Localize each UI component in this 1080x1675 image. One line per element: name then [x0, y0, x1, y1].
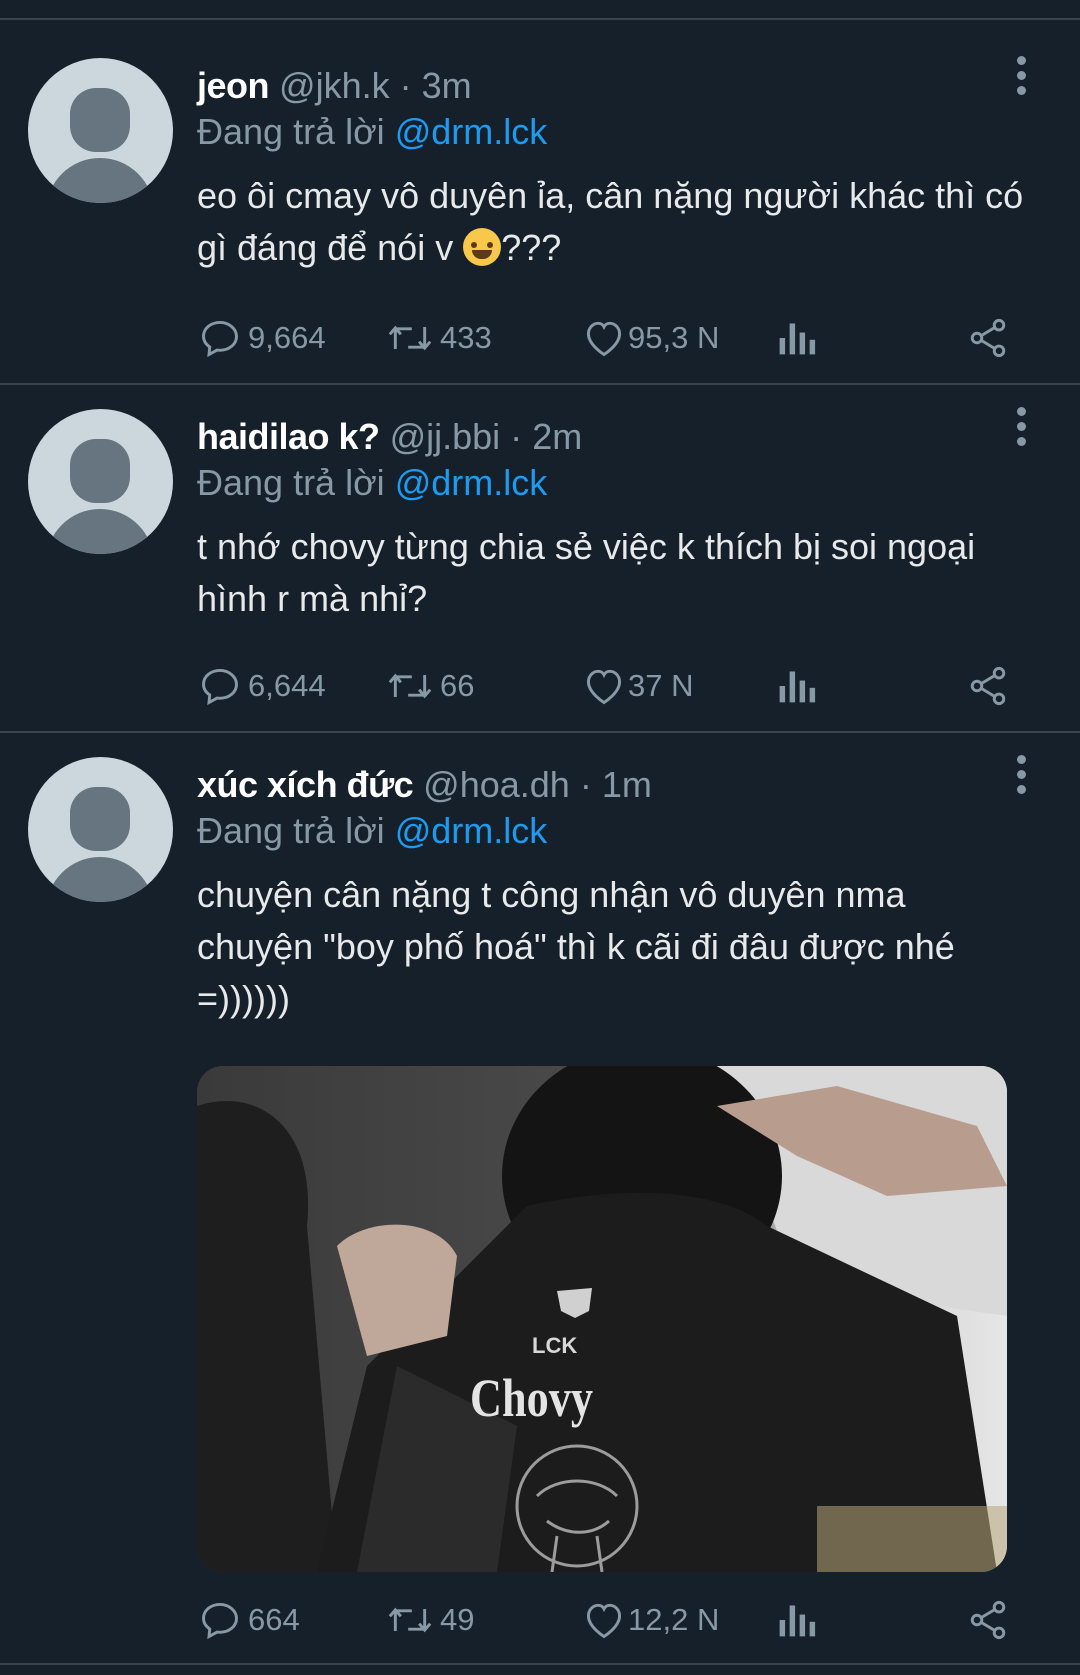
avatar[interactable]	[28, 757, 173, 902]
more-options-icon[interactable]	[1011, 755, 1031, 805]
reply-icon	[202, 668, 238, 706]
retweet-button[interactable]: 66	[386, 661, 474, 711]
jersey-name-text: Chovy	[470, 1368, 593, 1428]
tweet-3[interactable]: xúc xích đức @hoa.dh · 1m Đang trả lời @…	[0, 733, 1080, 1665]
retweet-icon	[388, 1607, 432, 1633]
share-button[interactable]	[966, 313, 1010, 363]
analytics-button[interactable]	[776, 313, 816, 363]
analytics-button[interactable]	[776, 661, 816, 711]
share-icon	[970, 318, 1006, 358]
like-count: 12,2 N	[628, 1602, 720, 1637]
display-name[interactable]: haidilao k?	[197, 416, 380, 457]
reply-mention-link[interactable]: @drm.lck	[395, 810, 548, 851]
analytics-icon	[779, 671, 816, 703]
reply-icon	[202, 320, 238, 358]
tweet-text-line: t nhớ chovy từng chia sẻ việc k thích bị…	[197, 526, 976, 567]
separator: ·	[579, 764, 592, 805]
reply-count: 9,664	[248, 320, 326, 355]
tweet-actions: 6,644 66 37 N	[0, 661, 1080, 711]
retweet-count: 66	[440, 668, 475, 703]
like-button[interactable]: 95,3 N	[582, 313, 719, 363]
tweet-header: xúc xích đức @hoa.dh · 1m	[197, 763, 652, 807]
tweet-text: t nhớ chovy từng chia sẻ việc k thích bị…	[197, 521, 1037, 625]
timestamp[interactable]: 2m	[532, 416, 582, 457]
reply-mention-link[interactable]: @drm.lck	[395, 462, 548, 503]
tweet-text-line: gì đáng để nói v ???	[197, 222, 1037, 274]
tweet-text-line: hình r mà nhỉ?	[197, 578, 428, 619]
more-options-icon[interactable]	[1011, 407, 1031, 457]
share-button[interactable]	[966, 1595, 1010, 1645]
timestamp[interactable]: 3m	[422, 65, 472, 106]
like-icon	[586, 669, 622, 705]
tweet-text: eo ôi cmay vô duyên ỉa, cân nặng người k…	[197, 170, 1037, 274]
retweet-icon	[388, 673, 432, 699]
display-name[interactable]: xúc xích đức	[197, 764, 414, 805]
reply-button[interactable]: 6,644	[198, 661, 326, 711]
like-button[interactable]: 12,2 N	[582, 1595, 719, 1645]
share-icon	[970, 1600, 1006, 1640]
avatar[interactable]	[28, 409, 173, 554]
tweet-text-line: eo ôi cmay vô duyên ỉa, cân nặng người k…	[197, 175, 1024, 216]
tweet-text: chuyện cân nặng t công nhận vô duyên nma…	[197, 869, 1037, 1025]
analytics-icon	[779, 323, 816, 355]
avatar[interactable]	[28, 58, 173, 203]
tweet-actions: 9,664 433 95,3 N	[0, 313, 1080, 363]
tweet-text-part: gì đáng để nói v	[197, 227, 464, 268]
tweet-actions: 664 49 12,2 N	[0, 1595, 1080, 1645]
tweet-text-line: chuyện "boy phố hoá" thì k cãi đi đâu đư…	[197, 926, 955, 967]
like-button[interactable]: 37 N	[582, 661, 693, 711]
separator: ·	[399, 65, 412, 106]
retweet-count: 433	[440, 320, 492, 355]
retweet-count: 49	[440, 1602, 475, 1637]
reply-mention-link[interactable]: @drm.lck	[395, 111, 548, 152]
reply-count: 6,644	[248, 668, 326, 703]
tweet-header: haidilao k? @jj.bbi · 2m	[197, 415, 582, 459]
reply-button[interactable]: 664	[198, 1595, 300, 1645]
replying-to: Đang trả lời @drm.lck	[197, 809, 547, 853]
reply-button[interactable]: 9,664	[198, 313, 326, 363]
tweet-text-line: =))))))	[197, 978, 290, 1019]
timestamp[interactable]: 1m	[602, 764, 652, 805]
analytics-icon	[779, 1605, 816, 1637]
like-count: 37 N	[628, 668, 694, 703]
reply-icon	[202, 1602, 238, 1640]
separator: ·	[510, 416, 523, 457]
tweet-1[interactable]: jeon @jkh.k · 3m Đang trả lời @drm.lck e…	[0, 20, 1080, 385]
tweet-text-line: chuyện cân nặng t công nhận vô duyên nma	[197, 874, 906, 915]
like-icon	[586, 321, 622, 357]
display-name[interactable]: jeon	[197, 65, 270, 106]
like-icon	[586, 1603, 622, 1639]
replying-prefix: Đang trả lời	[197, 810, 385, 851]
retweet-button[interactable]: 433	[386, 313, 492, 363]
user-handle[interactable]: @hoa.dh	[423, 764, 570, 805]
more-options-icon[interactable]	[1011, 56, 1031, 106]
replying-prefix: Đang trả lời	[197, 111, 385, 152]
share-button[interactable]	[966, 661, 1010, 711]
analytics-button[interactable]	[776, 1595, 816, 1645]
tweet-2[interactable]: haidilao k? @jj.bbi · 2m Đang trả lời @d…	[0, 385, 1080, 733]
tweet-divider	[0, 1663, 1080, 1665]
replying-to: Đang trả lời @drm.lck	[197, 110, 547, 154]
replying-to: Đang trả lời @drm.lck	[197, 461, 547, 505]
tweet-text-part: ???	[501, 227, 562, 268]
photo-illustration: LCK Chovy	[197, 1066, 1007, 1572]
reply-count: 664	[248, 1602, 300, 1637]
share-icon	[970, 666, 1006, 706]
retweet-button[interactable]: 49	[386, 1595, 474, 1645]
tweet-header: jeon @jkh.k · 3m	[197, 64, 472, 108]
user-handle[interactable]: @jkh.k	[279, 65, 390, 106]
replying-prefix: Đang trả lời	[197, 462, 385, 503]
tweet-image[interactable]: LCK Chovy	[197, 1066, 1007, 1572]
sweat-smile-emoji-icon	[463, 228, 502, 266]
user-handle[interactable]: @jj.bbi	[390, 416, 501, 457]
jersey-brand-text: LCK	[532, 1333, 577, 1358]
like-count: 95,3 N	[628, 320, 720, 355]
retweet-icon	[388, 325, 432, 351]
